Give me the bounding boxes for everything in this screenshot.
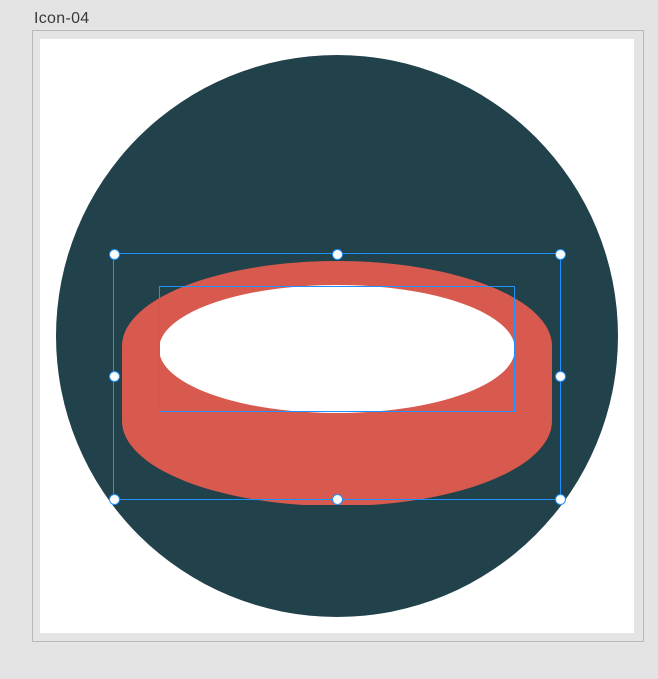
selection-handle-bottom-left[interactable] bbox=[109, 494, 120, 505]
artboard[interactable] bbox=[40, 39, 634, 633]
selection-handle-middle-left[interactable] bbox=[109, 371, 120, 382]
selection-handle-bottom-middle[interactable] bbox=[332, 494, 343, 505]
selection-handle-top-middle[interactable] bbox=[332, 249, 343, 260]
selection-handle-bottom-right[interactable] bbox=[555, 494, 566, 505]
selection-handle-top-left[interactable] bbox=[109, 249, 120, 260]
selection-handle-top-right[interactable] bbox=[555, 249, 566, 260]
selection-handle-middle-right[interactable] bbox=[555, 371, 566, 382]
artboard-label[interactable]: Icon-04 bbox=[34, 10, 89, 28]
canvas-stage: Icon-04 bbox=[0, 0, 658, 679]
selection-bounding-box[interactable] bbox=[113, 253, 561, 500]
